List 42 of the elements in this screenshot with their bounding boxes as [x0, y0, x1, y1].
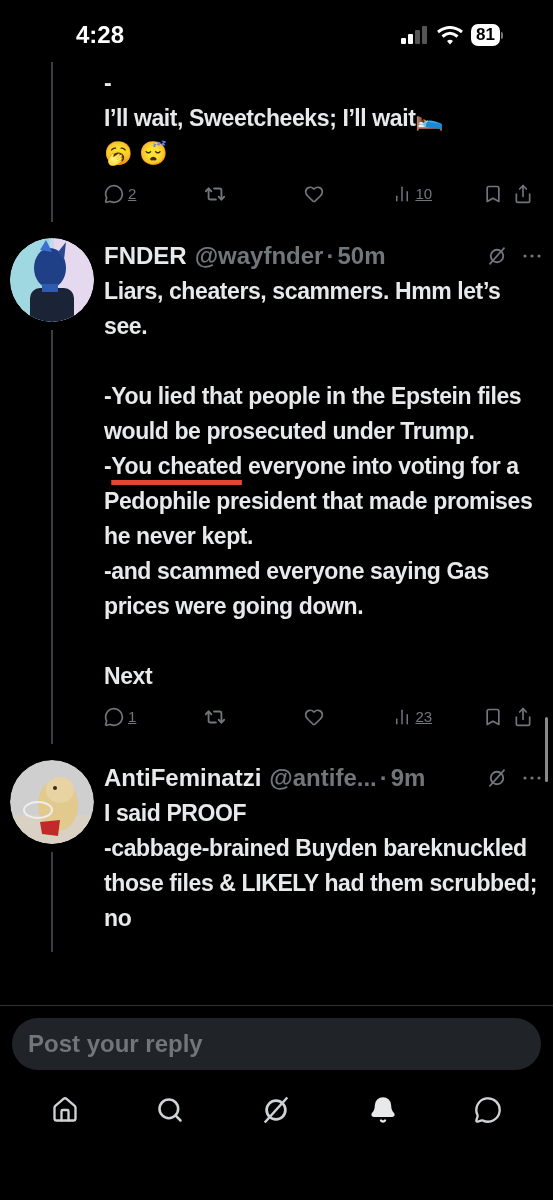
home-icon	[50, 1096, 79, 1124]
views-button[interactable]: 10	[393, 183, 474, 206]
post-time: 50m	[337, 240, 386, 271]
share-icon	[513, 184, 533, 205]
author-handle[interactable]: @wayfnder	[194, 237, 324, 274]
post-text: -	[104, 69, 113, 98]
wifi-icon	[437, 25, 464, 45]
message-icon	[474, 1096, 503, 1124]
reply-icon	[104, 184, 124, 205]
search-icon	[156, 1096, 185, 1124]
battery-indicator: 81	[471, 24, 503, 46]
post-text: Next	[104, 661, 154, 691]
heart-icon	[303, 706, 324, 727]
author-name[interactable]: FNDER	[104, 237, 187, 274]
heart-icon	[303, 184, 324, 205]
share-icon	[513, 706, 533, 727]
status-time: 4:28	[76, 20, 125, 50]
post-text: 🥱 😴	[104, 139, 169, 168]
post-text: I said PROOF	[104, 799, 248, 828]
post-text: -cabbage-brained Buyden bareknuckled those files & LIKELY had them scrubbed; no	[104, 834, 538, 933]
post-text: -You lied that people in the Epstein files would be prosecuted under Trump.	[104, 381, 523, 446]
author-handle[interactable]: @antife...	[269, 760, 377, 796]
reply-icon	[104, 706, 124, 727]
separator-dot: ·	[326, 240, 335, 271]
separator-dot: ·	[379, 763, 388, 793]
reply-field[interactable]: Post your reply	[12, 1018, 541, 1070]
signal-icon	[401, 26, 430, 44]
more-icon[interactable]	[523, 776, 541, 780]
views-button[interactable]: 23	[393, 705, 474, 728]
author-name[interactable]: AntiFeminatzi	[104, 760, 262, 796]
more-icon[interactable]	[523, 253, 541, 258]
post-text: -You cheated everyone into voting for a Pedophile president that made promises he never kept.	[104, 451, 534, 551]
post-text: Liars, cheaters, scammers. Hmm let’s see.	[104, 276, 502, 341]
reply-button[interactable]: 1	[104, 705, 194, 728]
share-button[interactable]	[513, 706, 533, 727]
post-time: 9m	[390, 763, 426, 793]
bell-icon	[368, 1096, 397, 1124]
post-text: -and scammed everyone saying Gas prices were going down.	[104, 556, 490, 621]
reply-button[interactable]: 2	[104, 183, 194, 206]
share-button[interactable]	[513, 184, 533, 205]
scrollbar	[545, 717, 548, 782]
post-text: I’ll wait, Sweetcheeks; I’ll wait🛌	[104, 104, 446, 133]
